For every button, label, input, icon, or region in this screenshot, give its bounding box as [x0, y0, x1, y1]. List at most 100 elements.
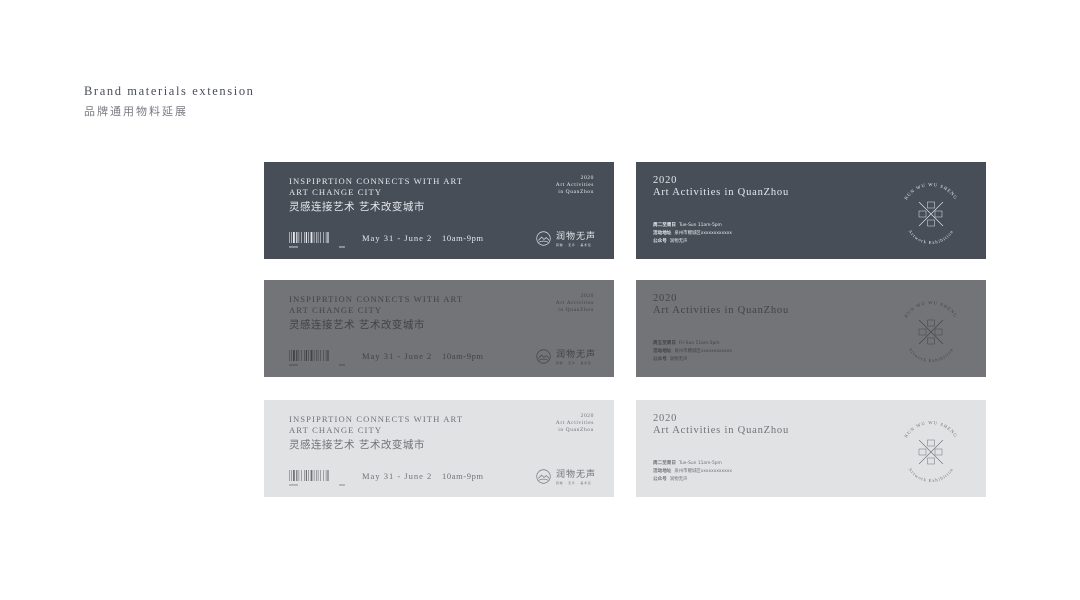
ticket-back-dark: 2020 Art Activities in QuanZhou 周二至周日 Tue…: [636, 162, 986, 259]
barcode-number-right: 0000: [338, 484, 345, 487]
barcode-icon: [289, 232, 329, 243]
info-row-account: 公众号 润物无声: [653, 476, 732, 484]
info-value: 泉州市鲤城区xxxxxxxxxxxx: [674, 469, 732, 474]
ticket-back-title: Art Activities in QuanZhou: [653, 305, 789, 316]
ticket-date: May 31 - June 2: [362, 471, 433, 481]
ticket-slogan: INSPIPRTION CONNECTS WITH ART ART CHANGE…: [289, 176, 463, 198]
page-title-cn: 品牌通用物料延展: [84, 105, 188, 118]
ticket-year: 2020: [580, 413, 594, 419]
ticket-front-dark: INSPIPRTION CONNECTS WITH ART ART CHANGE…: [264, 162, 614, 259]
ticket-date: May 31 - June 2: [362, 351, 433, 361]
ticket-front-light: INSPIPRTION CONNECTS WITH ART ART CHANGE…: [264, 400, 614, 497]
info-label: 活动地址: [653, 349, 672, 354]
info-value: 泉州市鲤城区xxxxxxxxxxxx: [674, 231, 732, 236]
info-value: 润物无声: [669, 357, 688, 362]
brand-subtitle: 润物 · 无声 · 美术馆: [556, 481, 592, 485]
info-label: 公众号: [653, 239, 667, 244]
brand-name: 润物无声: [556, 232, 597, 242]
ticket-event-label: 2020 Art Activities in QuanZhou: [556, 175, 594, 195]
info-row-address: 活动地址 泉州市鲤城区xxxxxxxxxxxx: [653, 468, 732, 476]
barcode-number-left: 000000: [289, 364, 299, 367]
barcode-number-right: 0000: [338, 246, 345, 249]
brand-logo: 润物无声 润物 · 无声 · 美术馆: [536, 228, 596, 250]
round-seal-icon: RUN WU WU SHENG Artwork Exhibition: [903, 182, 958, 245]
brand-name: 润物无声: [556, 350, 597, 360]
ticket-back-info: 周二至周日 Tue-Sun 11am-5pm 活动地址 泉州市鲤城区xxxxxxxx…: [653, 460, 732, 484]
round-seal-icon: RUN WU WU SHENG Artwork Exhibition: [903, 420, 958, 483]
info-label: 公众号: [653, 357, 667, 362]
ticket-slogan: INSPIPRTION CONNECTS WITH ART ART CHANGE…: [289, 294, 463, 316]
ticket-event-line2: in QuanZhou: [558, 426, 594, 433]
info-row-address: 活动地址 泉州市鲤城区xxxxxxxxxxxx: [653, 348, 732, 356]
barcode-icon: [289, 470, 329, 481]
brand-name: 润物无声: [556, 470, 597, 480]
ticket-slogan-line1: INSPIPRTION CONNECTS WITH ART: [289, 176, 464, 186]
svg-text:RUN WU WU SHENG: RUN WU WU SHENG: [903, 300, 958, 319]
ticket-slogan-line1: INSPIPRTION CONNECTS WITH ART: [289, 414, 464, 424]
svg-text:Artwork Exhibition: Artwork Exhibition: [908, 467, 955, 483]
ticket-back-year: 2020: [653, 175, 678, 186]
barcode-number: 000000 0000: [289, 484, 345, 487]
brand-subtitle: 润物 · 无声 · 美术馆: [556, 361, 592, 365]
ticket-back-title: Art Activities in QuanZhou: [653, 425, 789, 436]
svg-text:Artwork Exhibition: Artwork Exhibition: [908, 229, 955, 245]
info-value: 泉州市鲤城区xxxxxxxxxxxx: [674, 349, 732, 354]
info-label: 周二至周日: [653, 223, 676, 228]
brand-subtitle: 润物 · 无声 · 美术馆: [556, 243, 592, 247]
mountain-logo-icon: [536, 231, 551, 246]
ticket-back-info: 周五至周日 Fri-Sun 11am-5pm 活动地址 泉州市鲤城区xxxxxxxx…: [653, 340, 732, 364]
ticket-date: May 31 - June 2: [362, 233, 433, 243]
mountain-logo-icon: [536, 349, 551, 364]
ticket-event-line1: Art Activities: [555, 419, 594, 426]
ticket-time: 10am-9pm: [442, 351, 484, 361]
svg-text:RUN WU WU SHENG: RUN WU WU SHENG: [903, 420, 958, 439]
ticket-slogan-line1: INSPIPRTION CONNECTS WITH ART: [289, 294, 464, 304]
info-value: Tue-Sun 11am-5pm: [678, 223, 722, 228]
page-heading: Brand materials extension 品牌通用物料延展: [84, 84, 255, 119]
info-row-hours: 周二至周日 Tue-Sun 11am-5pm: [653, 222, 732, 230]
info-label: 公众号: [653, 477, 667, 482]
ticket-slogan-line2: ART CHANGE CITY: [289, 187, 383, 197]
ticket-slogan-cn: 灵感连接艺术 艺术改变城市: [289, 439, 425, 451]
info-label: 周二至周日: [653, 461, 676, 466]
info-row-address: 活动地址 泉州市鲤城区xxxxxxxxxxxx: [653, 230, 732, 238]
brand-logo: 润物无声 润物 · 无声 · 美术馆: [536, 466, 596, 488]
mountain-logo-icon: [536, 469, 551, 484]
ticket-time: 10am-9pm: [442, 233, 484, 243]
ticket-year: 2020: [580, 175, 594, 181]
info-label: 活动地址: [653, 469, 672, 474]
barcode-number-right: 0000: [338, 364, 345, 367]
ticket-slogan-line2: ART CHANGE CITY: [289, 305, 383, 315]
barcode-number: 000000 0000: [289, 364, 345, 367]
ticket-back-year: 2020: [653, 293, 678, 304]
info-row-hours: 周五至周日 Fri-Sun 11am-5pm: [653, 340, 732, 348]
barcode-number-left: 000000: [289, 484, 299, 487]
ticket-slogan-line2: ART CHANGE CITY: [289, 425, 383, 435]
ticket-event-label: 2020 Art Activities in QuanZhou: [556, 413, 594, 433]
ticket-event-line2: in QuanZhou: [558, 188, 594, 195]
info-row-account: 公众号 润物无声: [653, 238, 732, 246]
info-row-hours: 周二至周日 Tue-Sun 11am-5pm: [653, 460, 732, 468]
info-value: 润物无声: [669, 239, 688, 244]
svg-text:Artwork Exhibition: Artwork Exhibition: [908, 347, 955, 363]
ticket-event-line1: Art Activities: [555, 181, 594, 188]
ticket-front-mid: INSPIPRTION CONNECTS WITH ART ART CHANGE…: [264, 280, 614, 377]
ticket-back-info: 周二至周日 Tue-Sun 11am-5pm 活动地址 泉州市鲤城区xxxxxxxx…: [653, 222, 732, 246]
ticket-back-mid: 2020 Art Activities in QuanZhou 周五至周日 Fri…: [636, 280, 986, 377]
ticket-slogan-cn: 灵感连接艺术 艺术改变城市: [289, 319, 425, 331]
ticket-slogan: INSPIPRTION CONNECTS WITH ART ART CHANGE…: [289, 414, 463, 436]
info-value: 润物无声: [669, 477, 688, 482]
ticket-event-label: 2020 Art Activities in QuanZhou: [556, 293, 594, 313]
brand-logo: 润物无声 润物 · 无声 · 美术馆: [536, 346, 596, 368]
ticket-back-light: 2020 Art Activities in QuanZhou 周二至周日 Tue…: [636, 400, 986, 497]
page-title-en: Brand materials extension: [84, 84, 255, 98]
ticket-back-year: 2020: [653, 413, 678, 424]
info-value: Fri-Sun 11am-5pm: [678, 341, 720, 346]
info-value: Tue-Sun 11am-5pm: [678, 461, 722, 466]
info-label: 周五至周日: [653, 341, 676, 346]
barcode-number-left: 000000: [289, 246, 299, 249]
svg-text:RUN WU WU SHENG: RUN WU WU SHENG: [903, 182, 958, 201]
ticket-back-title: Art Activities in QuanZhou: [653, 187, 789, 198]
ticket-event-line1: Art Activities: [555, 299, 594, 306]
ticket-year: 2020: [580, 293, 594, 299]
